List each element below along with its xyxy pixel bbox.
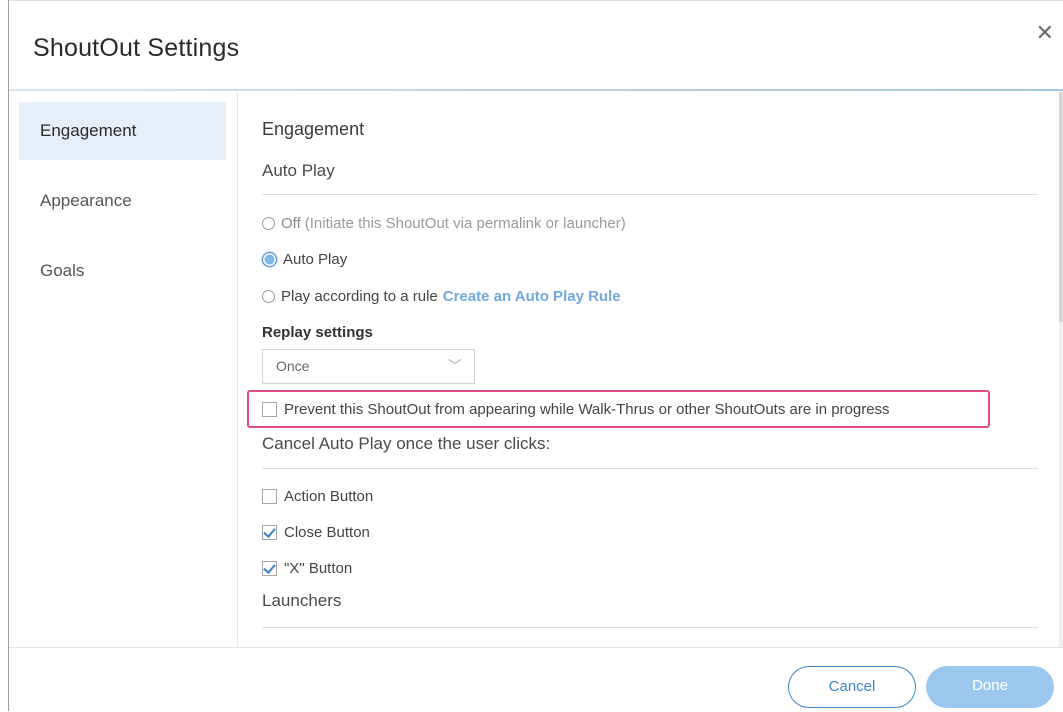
- radio-rule[interactable]: [262, 290, 275, 303]
- close-button-checkbox[interactable]: [262, 525, 277, 540]
- radio-off-label: Off: [281, 215, 301, 232]
- prevent-checkbox[interactable]: [262, 402, 277, 417]
- radio-auto-play-label: Auto Play: [283, 251, 348, 268]
- close-icon[interactable]: ✕: [1036, 22, 1054, 44]
- dialog-header: ShoutOut Settings ✕: [9, 0, 1063, 91]
- x-button-option[interactable]: "X" Button: [262, 560, 352, 577]
- cancel-button[interactable]: Cancel: [788, 666, 916, 708]
- close-button-label: Close Button: [284, 524, 370, 541]
- radio-off-hint: (Initiate this ShoutOut via permalink or…: [304, 215, 626, 232]
- radio-off-option[interactable]: Off (Initiate this ShoutOut via permalin…: [262, 215, 626, 232]
- replay-settings-value: Once: [276, 358, 310, 374]
- sidebar-item-engagement[interactable]: Engagement: [19, 102, 226, 160]
- prevent-option[interactable]: Prevent this ShoutOut from appearing whi…: [262, 401, 890, 418]
- launchers-heading: Launchers: [262, 591, 342, 610]
- auto-play-heading: Auto Play: [262, 161, 335, 180]
- radio-off[interactable]: [262, 217, 275, 230]
- create-auto-play-rule-link[interactable]: Create an Auto Play Rule: [443, 288, 621, 305]
- action-button-label: Action Button: [284, 488, 374, 505]
- dialog-title: ShoutOut Settings: [33, 34, 240, 62]
- radio-rule-label: Play according to a rule: [281, 288, 438, 305]
- settings-sidebar: Engagement Appearance Goals: [9, 92, 238, 648]
- action-button-checkbox[interactable]: [262, 489, 277, 504]
- section-title: Engagement: [262, 119, 365, 139]
- replay-settings-label: Replay settings: [262, 324, 373, 341]
- radio-rule-option[interactable]: Play according to a rule Create an Auto …: [262, 288, 621, 305]
- header-accent-line: [9, 89, 1063, 91]
- radio-auto-play[interactable]: [262, 252, 277, 267]
- cancel-divider: [262, 468, 1038, 469]
- prevent-label: Prevent this ShoutOut from appearing whi…: [284, 401, 890, 418]
- done-button[interactable]: Done: [926, 666, 1054, 708]
- x-button-checkbox[interactable]: [262, 561, 277, 576]
- replay-settings-select[interactable]: Once ﹀: [262, 349, 475, 384]
- x-button-label: "X" Button: [284, 560, 353, 577]
- launchers-divider: [262, 627, 1038, 628]
- dialog-footer: Cancel Done: [9, 647, 1063, 712]
- cancel-auto-play-heading: Cancel Auto Play once the user clicks:: [262, 434, 551, 453]
- chevron-down-icon: ﹀: [448, 358, 462, 374]
- scrollbar-thumb[interactable]: [1059, 92, 1063, 322]
- auto-play-divider: [262, 194, 1038, 195]
- sidebar-item-appearance[interactable]: Appearance: [19, 172, 226, 230]
- action-button-option[interactable]: Action Button: [262, 488, 373, 505]
- close-button-option[interactable]: Close Button: [262, 524, 370, 541]
- sidebar-item-goals[interactable]: Goals: [19, 242, 226, 300]
- radio-auto-play-option[interactable]: Auto Play: [262, 251, 347, 268]
- settings-dialog: ShoutOut Settings ✕ Engagement Appearanc…: [8, 0, 1063, 711]
- engagement-panel: Engagement Auto Play Off (Initiate this …: [238, 92, 1063, 648]
